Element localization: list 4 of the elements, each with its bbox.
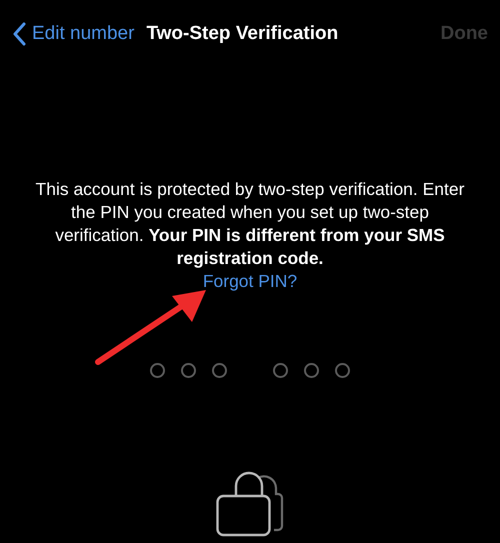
- verification-message: This account is protected by two-step verification. Enter the PIN you created when you set up two-step verification. Your PIN is different from your SMS registration code.: [34, 178, 466, 270]
- forgot-pin-link[interactable]: Forgot PIN?: [202, 271, 298, 291]
- screen-title: Two-Step Verification: [146, 22, 338, 46]
- back-button[interactable]: Edit number: [12, 20, 134, 48]
